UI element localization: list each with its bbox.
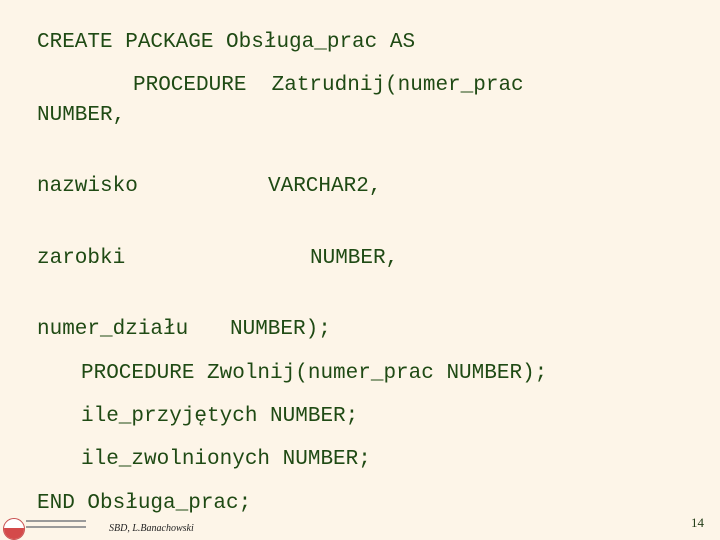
footer-author: SBD, L.Banachowski: [109, 523, 194, 534]
code-line-create-package: CREATE PACKAGE Obsługa_prac AS: [37, 31, 416, 54]
code-line-procedure-zwolnij: PROCEDURE Zwolnij(numer_prac NUMBER);: [81, 362, 548, 385]
university-logo-text: [26, 520, 86, 532]
code-line-ile-przyjetych: ile_przyjętych NUMBER;: [81, 405, 359, 428]
page-number: 14: [691, 515, 704, 530]
code-type-number: NUMBER,: [310, 247, 399, 270]
code-line-ile-zwolnionych: ile_zwolnionych NUMBER;: [81, 448, 371, 471]
code-param-zarobki: zarobki: [37, 247, 126, 270]
code-param-numer-dzialu: numer_działu: [37, 318, 189, 341]
university-logo-icon: [3, 518, 25, 540]
code-line-procedure-zatrudnij: PROCEDURE Zatrudnij(numer_prac: [133, 74, 524, 97]
code-line-end: END Obsługa_prac;: [37, 492, 252, 515]
code-type-number-close: NUMBER);: [230, 318, 331, 341]
code-param-nazwisko: nazwisko: [37, 175, 138, 198]
code-type-varchar2: VARCHAR2,: [268, 175, 382, 198]
code-line-number: NUMBER,: [37, 104, 126, 127]
